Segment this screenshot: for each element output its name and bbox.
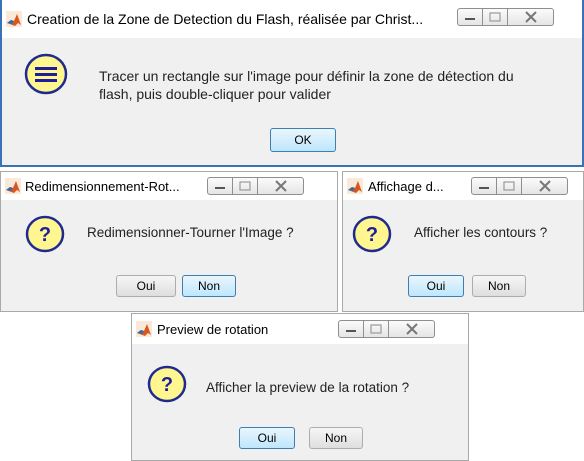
- contours-message: Afficher les contours ?: [414, 225, 548, 240]
- zone-message-line2: flash, puis double-cliquer pour valider: [99, 86, 331, 102]
- maximize-icon: [503, 181, 515, 191]
- resize-titlebar[interactable]: Redimensionnement-Rot...: [1, 172, 337, 200]
- maximize-icon: [370, 324, 382, 334]
- maximize-button[interactable]: [497, 177, 522, 195]
- close-icon: [524, 11, 537, 23]
- preview-title: Preview de rotation: [157, 322, 269, 337]
- contours-titlebar[interactable]: Affichage d...: [343, 172, 583, 200]
- preview-window-controls: [338, 320, 435, 338]
- preview-titlebar[interactable]: Preview de rotation: [132, 314, 468, 344]
- close-button[interactable]: [522, 177, 568, 195]
- question-icon: ?: [147, 365, 187, 403]
- minimize-button[interactable]: [207, 177, 233, 195]
- matlab-app-icon: [136, 321, 152, 337]
- matlab-app-icon: [6, 11, 22, 27]
- preview-message: Afficher la preview de la rotation ?: [206, 380, 410, 395]
- matlab-app-icon: [5, 178, 21, 194]
- resize-title: Redimensionnement-Rot...: [25, 179, 180, 194]
- minimize-button[interactable]: [338, 320, 364, 338]
- yes-button[interactable]: Oui: [116, 275, 176, 297]
- svg-text:?: ?: [366, 224, 378, 246]
- minimize-icon: [215, 187, 225, 189]
- matlab-app-icon: [347, 178, 363, 194]
- close-button[interactable]: [258, 177, 304, 195]
- preview-dialog: Preview de rotation ? Afficher la previe…: [131, 313, 469, 461]
- close-icon: [274, 180, 287, 192]
- no-button[interactable]: Non: [472, 275, 526, 297]
- minimize-icon: [479, 187, 489, 189]
- yes-button[interactable]: Oui: [408, 275, 464, 297]
- contours-window-controls: [471, 177, 568, 195]
- help-lines-icon: [24, 53, 68, 95]
- close-button[interactable]: [508, 8, 554, 26]
- yes-button[interactable]: Oui: [239, 427, 295, 449]
- maximize-button[interactable]: [483, 8, 508, 26]
- maximize-button[interactable]: [233, 177, 258, 195]
- minimize-icon: [465, 18, 475, 20]
- resize-message: Redimensionner-Tourner l'Image ?: [87, 225, 294, 240]
- svg-text:?: ?: [39, 224, 51, 246]
- resize-window-controls: [207, 177, 304, 195]
- maximize-icon: [489, 12, 501, 22]
- close-button[interactable]: [389, 320, 435, 338]
- minimize-button[interactable]: [471, 177, 497, 195]
- question-icon: ?: [352, 215, 392, 253]
- contours-title: Affichage d...: [368, 179, 444, 194]
- minimize-icon: [346, 330, 356, 332]
- maximize-icon: [239, 181, 251, 191]
- maximize-button[interactable]: [364, 320, 389, 338]
- zone-titlebar[interactable]: Creation de la Zone de Detection du Flas…: [2, 0, 582, 38]
- no-button[interactable]: Non: [182, 275, 236, 297]
- close-icon: [538, 180, 551, 192]
- question-icon: ?: [25, 215, 65, 253]
- zone-window-controls: [457, 8, 554, 26]
- contours-dialog: Affichage d... ? Afficher les contours ?…: [342, 171, 584, 312]
- no-button[interactable]: Non: [309, 427, 363, 449]
- minimize-button[interactable]: [457, 8, 483, 26]
- resize-dialog: Redimensionnement-Rot... ? Redimensionne…: [0, 171, 338, 312]
- svg-text:?: ?: [161, 374, 173, 396]
- zone-dialog: Creation de la Zone de Detection du Flas…: [0, 0, 584, 167]
- close-icon: [405, 323, 418, 335]
- zone-title: Creation de la Zone de Detection du Flas…: [27, 11, 424, 27]
- ok-button[interactable]: OK: [270, 128, 336, 152]
- zone-message-line1: Tracer un rectangle sur l'image pour déf…: [99, 68, 514, 84]
